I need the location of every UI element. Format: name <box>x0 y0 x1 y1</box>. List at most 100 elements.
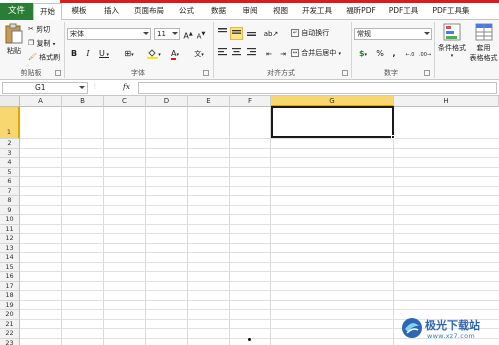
clipboard-group-label: 剪贴板 <box>20 69 42 77</box>
grid-row-line <box>20 166 499 168</box>
wrap-text-button[interactable]: ↵ 自动换行 <box>291 28 329 39</box>
row-header-11[interactable]: 11 <box>0 224 20 234</box>
fill-color-button[interactable]: ▾ <box>145 48 163 60</box>
currency-button[interactable]: $▾ <box>355 48 371 60</box>
number-format-value: 常规 <box>357 30 371 38</box>
select-all-corner[interactable] <box>0 96 20 107</box>
column-header-a[interactable]: A <box>20 96 62 107</box>
row-header-7[interactable]: 7 <box>0 186 20 196</box>
font-size-select[interactable]: 11 <box>154 28 180 40</box>
format-painter-button[interactable]: 🖌 格式刷 <box>28 52 60 63</box>
column-header-d[interactable]: D <box>146 96 188 107</box>
formula-bar-options[interactable]: ⋮ <box>92 83 98 90</box>
border-button[interactable]: ⊞▾ <box>120 48 138 60</box>
row-header-2[interactable]: 2 <box>0 139 20 149</box>
align-bottom-button[interactable] <box>245 28 257 40</box>
insert-function-button[interactable]: fx <box>123 82 130 91</box>
copy-button[interactable]: ❐ 复制 ▾ <box>28 38 55 49</box>
row-header-9[interactable]: 9 <box>0 205 20 215</box>
tab-home[interactable]: 开始 <box>33 3 62 21</box>
font-name-select[interactable]: 宋体 <box>67 28 151 40</box>
decrease-decimal-button[interactable]: .00→ <box>418 48 432 60</box>
column-header-b[interactable]: B <box>62 96 104 107</box>
font-dialog-launcher[interactable] <box>203 70 209 76</box>
format-as-table-button[interactable]: 套用 表格格式 <box>468 23 499 63</box>
percent-button[interactable]: % <box>375 48 385 60</box>
tab-item-9[interactable]: 福昕PDF <box>340 3 382 20</box>
row-header-18[interactable]: 18 <box>0 291 20 301</box>
row-header-16[interactable]: 16 <box>0 272 20 282</box>
row-header-14[interactable]: 14 <box>0 253 20 263</box>
tab-item-1[interactable]: 模板 <box>64 3 94 20</box>
tab-item-8[interactable]: 开发工具 <box>297 3 337 20</box>
column-header-e[interactable]: E <box>188 96 230 107</box>
row-header-19[interactable]: 19 <box>0 300 20 310</box>
cut-button[interactable]: ✂ 剪切 <box>28 24 50 35</box>
grow-font-button[interactable]: A▲ <box>183 28 193 41</box>
number-format-select[interactable]: 常规 <box>354 28 432 40</box>
tab-item-4[interactable]: 公式 <box>172 3 201 20</box>
underline-button[interactable]: U ▾ <box>96 48 112 60</box>
bold-button[interactable]: B <box>69 48 79 60</box>
tab-item-6[interactable]: 审阅 <box>236 3 264 20</box>
name-box-value: G1 <box>35 83 46 92</box>
font-color-button[interactable]: A▾ <box>166 48 184 60</box>
group-divider <box>434 22 435 78</box>
column-header-h[interactable]: H <box>394 96 499 107</box>
tab-item-5[interactable]: 数据 <box>204 3 233 20</box>
tab-item-10[interactable]: PDF工具 <box>385 3 422 20</box>
conditional-format-button[interactable]: 条件格式 ▾ <box>437 23 467 59</box>
align-center-button[interactable] <box>230 48 242 60</box>
row-header-21[interactable]: 21 <box>0 319 20 329</box>
watermark-title: 极光下载站 <box>425 319 480 332</box>
row-header-22[interactable]: 22 <box>0 329 20 339</box>
row-header-4[interactable]: 4 <box>0 158 20 168</box>
tab-item-2[interactable]: 插入 <box>97 3 126 20</box>
row-header-5[interactable]: 5 <box>0 167 20 177</box>
tab-item-3[interactable]: 页面布局 <box>129 3 169 20</box>
increase-decimal-button[interactable]: ←.0 <box>403 48 417 60</box>
row-header-10[interactable]: 10 <box>0 215 20 225</box>
grid-row-line <box>20 223 499 225</box>
row-header-3[interactable]: 3 <box>0 148 20 158</box>
orientation-button[interactable]: ab↗ <box>262 28 280 40</box>
align-right-button[interactable] <box>245 48 257 60</box>
tab-item-11[interactable]: PDF工具集 <box>425 3 477 20</box>
row-header-12[interactable]: 12 <box>0 234 20 244</box>
name-box[interactable]: G1 <box>2 82 88 94</box>
row-header-23[interactable]: 23 <box>0 338 20 345</box>
decrease-indent-button[interactable]: ⇤ <box>263 48 275 60</box>
number-dialog-launcher[interactable] <box>424 70 430 76</box>
increase-indent-button[interactable]: ⇥ <box>277 48 289 60</box>
column-header-c[interactable]: C <box>104 96 146 107</box>
tab-item-7[interactable]: 视图 <box>267 3 294 20</box>
column-header-f[interactable]: F <box>230 96 271 107</box>
row-header-6[interactable]: 6 <box>0 177 20 187</box>
fill-handle[interactable] <box>391 135 395 139</box>
comma-button[interactable]: , <box>389 48 399 60</box>
active-cell-g1[interactable] <box>271 106 395 139</box>
grid-row-line <box>20 147 499 149</box>
phonetic-button[interactable]: 文▾ <box>190 48 208 60</box>
merge-center-button[interactable]: ↔ 合并后居中 ▾ <box>291 48 341 59</box>
row-header-13[interactable]: 13 <box>0 243 20 253</box>
paste-button[interactable]: 粘贴 <box>3 23 25 56</box>
italic-button[interactable]: I <box>83 48 93 60</box>
align-left-button[interactable] <box>216 48 228 60</box>
row-header-20[interactable]: 20 <box>0 310 20 320</box>
grid-row-line <box>20 214 499 215</box>
align-top-button[interactable] <box>216 28 228 40</box>
shrink-font-button[interactable]: A▼ <box>196 28 206 40</box>
alignment-dialog-launcher[interactable] <box>342 70 348 76</box>
align-middle-button[interactable] <box>230 27 243 40</box>
scissors-icon: ✂ <box>28 25 34 33</box>
row-header-15[interactable]: 15 <box>0 262 20 272</box>
table-format-icon <box>475 23 492 41</box>
formula-input[interactable] <box>138 82 497 94</box>
indent-icon: ⇥ <box>280 50 286 58</box>
row-header-1[interactable]: 1 <box>0 107 20 139</box>
clipboard-dialog-launcher[interactable] <box>55 70 61 76</box>
tab-file[interactable]: 文件 <box>0 3 33 20</box>
row-header-17[interactable]: 17 <box>0 281 20 291</box>
row-header-8[interactable]: 8 <box>0 196 20 206</box>
